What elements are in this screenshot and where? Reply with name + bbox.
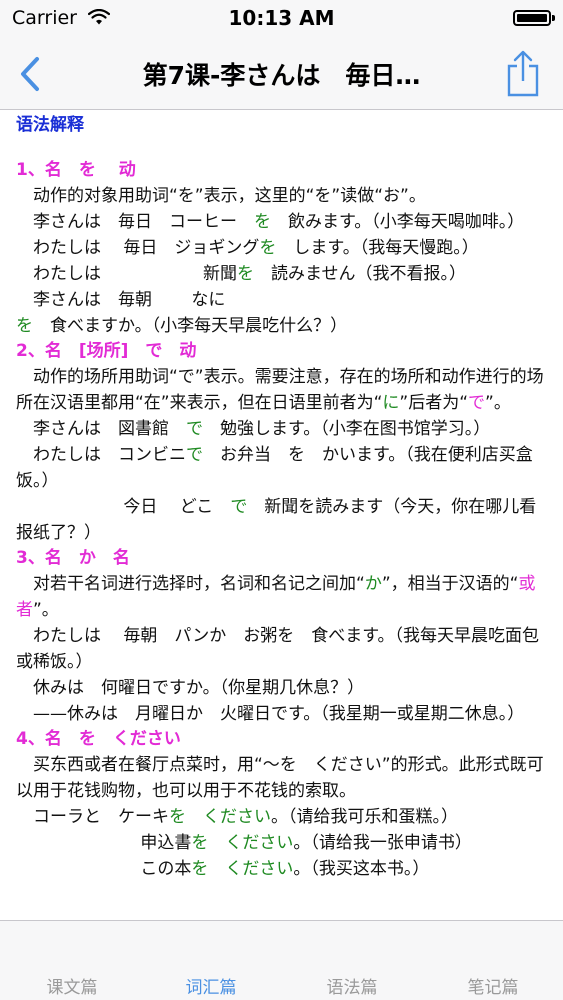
text-segment: 动作的对象用助词“を”表示，这里的“を”读做“お”。: [16, 186, 426, 206]
tab-lesson[interactable]: 课文篇: [2, 973, 142, 998]
example-line: この本を ください。（我买这本书。）: [16, 856, 549, 882]
example-line: 申込書を ください。（请给我一张申请书）: [16, 830, 549, 856]
text-segment: 。（我买这本书。）: [293, 859, 430, 879]
text-segment: 勉強します。（小李在图书馆学习。）: [203, 419, 491, 439]
example-line: 今日 どこ で 新聞を読みます（今天，你在哪儿看报纸了？）: [16, 494, 549, 546]
highlighted-text: を: [16, 316, 33, 336]
pattern-heading: 3、名 か 名: [16, 548, 130, 568]
tab-vocabulary[interactable]: 词汇篇: [141, 973, 281, 998]
highlighted-text: で: [186, 419, 203, 439]
chevron-left-icon: [21, 57, 39, 91]
grammar-sections: 1、名 を 动 动作的对象用助词“を”表示，这里的“を”读做“お”。 李さんは …: [16, 158, 549, 882]
status-bar: Carrier 10:13 AM: [0, 0, 563, 38]
example-line: ——休みは 月曜日か 火曜日です。（我星期一或星期二休息。）: [16, 701, 549, 727]
text-segment: 李さんは 毎朝 なに: [16, 290, 226, 310]
back-button[interactable]: [8, 50, 52, 98]
highlighted-text: を: [259, 238, 277, 258]
highlighted-text: で: [186, 445, 203, 465]
text-segment: 今日 どこ: [16, 497, 231, 517]
tab-bar: 课文篇 词汇篇 语法篇 笔记篇: [0, 920, 563, 1000]
tab-notes[interactable]: 笔记篇: [423, 973, 563, 998]
highlighted-text: か: [364, 574, 382, 594]
highlighted-text: を ください: [169, 807, 271, 827]
pattern-heading: 2、名 [场所] で 动: [16, 341, 197, 361]
text-segment: 买东西或者在餐厅点菜时，用“～を ください”的形式。此形式既可以用于花钱购物，也…: [16, 755, 544, 801]
example-line: わたしは コンビニで お弁当 を かいます。（我在便利店买盒饭。）: [16, 442, 549, 494]
example-line: 动作的场所用助词“で”表示。需要注意，存在的场所和动作进行的场所在汉语里都用“在…: [16, 364, 549, 416]
status-time: 10:13 AM: [228, 6, 335, 30]
text-segment: 飲みます。（小李每天喝咖啡。）: [271, 212, 525, 232]
text-segment: 申込書: [16, 833, 192, 853]
example-line: 对若干名词进行选择时，名词和名记之间加“か”，相当于汉语的“或者”。: [16, 571, 549, 623]
example-line: わたしは 新聞を 読みません（我不看报。）: [16, 261, 549, 287]
next-section-cutoff: [16, 882, 549, 902]
highlighted-text: に: [382, 393, 400, 413]
text-segment: コーラと ケーキ: [16, 807, 169, 827]
grammar-content[interactable]: 语法解释 1、名 を 动 动作的对象用助词“を”表示，这里的“を”读做“お”。 …: [0, 110, 563, 920]
share-button[interactable]: [501, 46, 545, 100]
highlighted-text: で: [230, 497, 248, 517]
text-segment: ——休みは 月曜日か 火曜日です。（我星期一或星期二休息。）: [16, 704, 525, 724]
text-segment: ”后者为“: [399, 393, 469, 413]
text-segment: 食べますか。（小李每天早晨吃什么？）: [33, 316, 348, 336]
text-segment: 对若干名词进行选择时，名词和名记之间加“: [16, 574, 365, 594]
text-segment: 李さんは 毎日 コーヒー: [16, 212, 254, 232]
pattern-heading: 4、名 を ください: [16, 729, 181, 749]
tab-grammar[interactable]: 语法篇: [282, 973, 422, 998]
text-segment: わたしは コンビニ: [16, 445, 186, 465]
example-line: 休みは 何曜日ですか。（你星期几休息？）: [16, 675, 549, 701]
example-line: わたしは 毎朝 パンか お粥を 食べます。（我每天早晨吃面包或稀饭。）: [16, 623, 549, 675]
battery-icon: [513, 10, 555, 26]
example-line: 动作的对象用助词“を”表示，这里的“を”读做“お”。: [16, 183, 549, 209]
highlighted-text: を ください: [191, 859, 294, 879]
example-line: 买东西或者在餐厅点菜时，用“～を ください”的形式。此形式既可以用于花钱购物，也…: [16, 752, 549, 804]
text-segment: ”。: [33, 600, 59, 620]
example-line: コーラと ケーキを ください。（请给我可乐和蛋糕。）: [16, 804, 549, 830]
text-segment: 。（请给我一张申请书）: [293, 833, 472, 853]
text-segment: この本: [16, 859, 192, 879]
navigation-bar: 第7课-李さんは 毎日…: [0, 38, 563, 110]
section-title: 语法解释: [16, 115, 84, 135]
highlighted-text: を: [237, 264, 254, 284]
text-segment: ”。: [485, 393, 511, 413]
text-segment: 李さんは 図書館: [16, 419, 186, 439]
text-segment: ”，相当于汉语的“: [381, 574, 519, 594]
page-title: 第7课-李さんは 毎日…: [142, 61, 421, 90]
highlighted-text: を ください: [191, 833, 294, 853]
example-line: わたしは 毎日 ジョギングを します。（我每天慢跑。）: [16, 235, 549, 261]
text-segment: 休みは 何曜日ですか。（你星期几休息？）: [16, 678, 365, 698]
highlighted-text: を: [254, 212, 271, 232]
example-line: 李さんは 毎日 コーヒー を 飲みます。（小李每天喝咖啡。）: [16, 209, 549, 235]
example-line: 李さんは 図書館 で 勉強します。（小李在图书馆学习。）: [16, 416, 549, 442]
share-icon: [507, 50, 539, 97]
text-segment: します。（我每天慢跑。）: [276, 238, 479, 258]
text-segment: 読みません（我不看报。）: [254, 264, 466, 284]
text-segment: わたしは 毎朝 パンか お粥を 食べます。（我每天早晨吃面包或稀饭。）: [16, 626, 540, 672]
text-segment: 。（请给我可乐和蛋糕。）: [271, 807, 458, 827]
text-segment: わたしは 毎日 ジョギング: [16, 238, 260, 258]
text-segment: わたしは 新聞: [16, 264, 237, 284]
highlighted-text: で: [468, 393, 486, 413]
example-line: 李さんは 毎朝 なにを 食べますか。（小李每天早晨吃什么？）: [16, 287, 549, 339]
pattern-heading: 1、名 を 动: [16, 160, 136, 180]
